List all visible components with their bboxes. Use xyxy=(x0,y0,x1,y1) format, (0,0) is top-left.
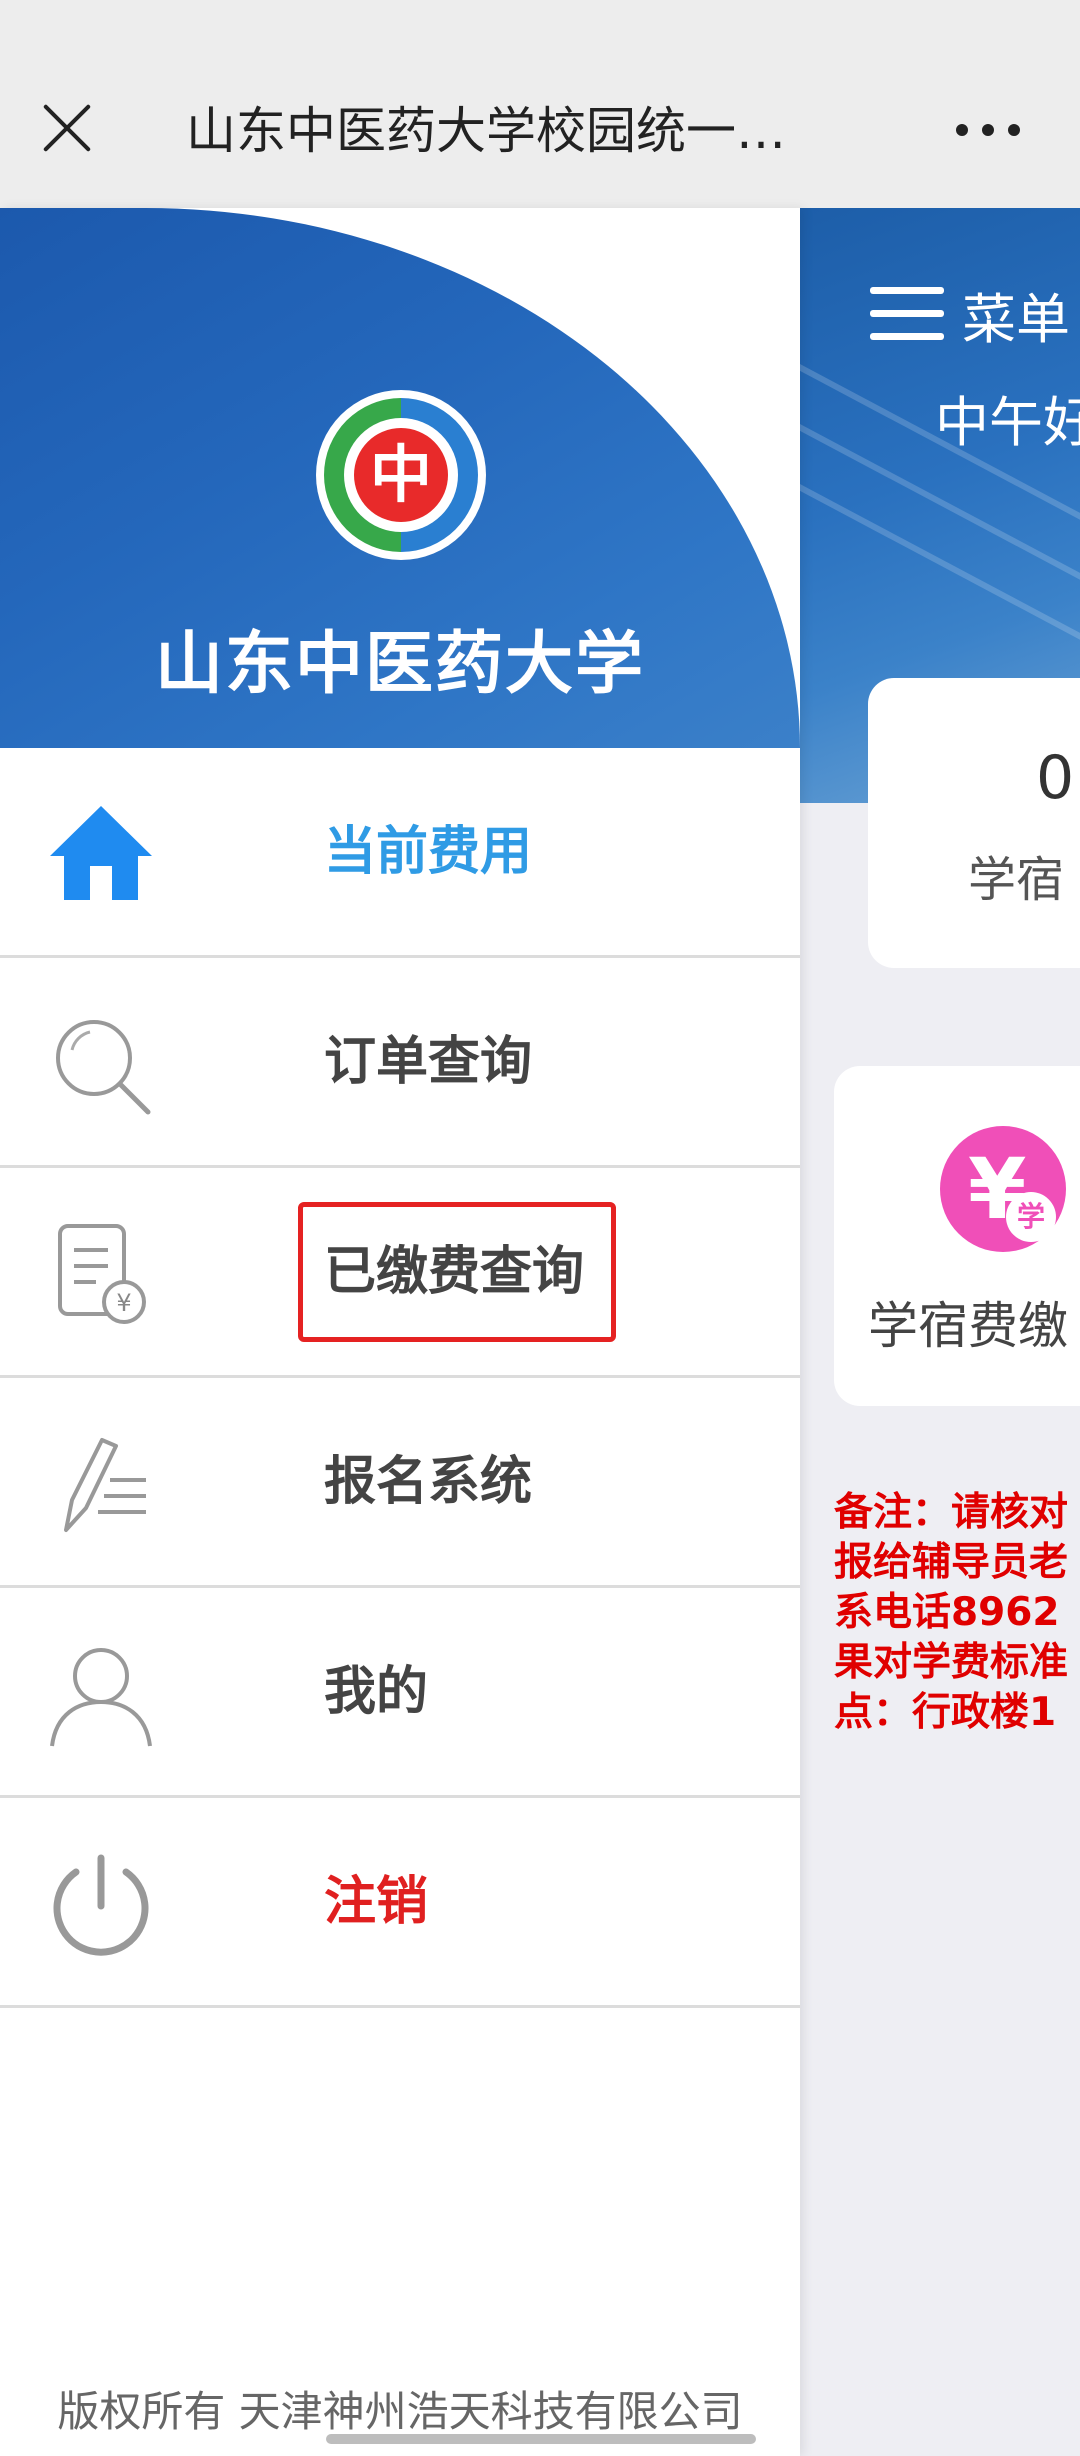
yuan-icon: ¥ 学 xyxy=(940,1126,1066,1252)
power-icon xyxy=(53,1854,149,1956)
payment-card[interactable]: ¥ 学 学宿费缴 xyxy=(834,1066,1080,1406)
menu-item-label: 报名系统 xyxy=(324,1452,533,1512)
copyright-footer: 版权所有 天津神州浩天科技有限公司 xyxy=(57,2387,743,2436)
menu-label: 菜单 xyxy=(962,287,1070,351)
summary-value: 0 xyxy=(1036,743,1075,813)
menu-item-label: 当前费用 xyxy=(324,822,533,882)
greeting-text: 中午好 xyxy=(935,391,1080,454)
side-drawer: 中 山东中医药大学 当前费用 订单查询 ¥ 已缴费查询 报名系统 我的 注销 版… xyxy=(0,208,800,2456)
menu-list: 当前费用 订单查询 ¥ 已缴费查询 报名系统 我的 注销 xyxy=(0,748,800,2008)
highlight-annotation-box xyxy=(298,1202,616,1342)
study-badge: 学 xyxy=(1006,1192,1056,1242)
page-title: 山东中医药大学校园统一… xyxy=(186,102,786,160)
payment-card-label: 学宿费缴 xyxy=(868,1297,1068,1355)
background-page: 菜单 中午好 0 学宿 ¥ 学 学宿费缴 备注：请核对 报给辅导员老 系电话89… xyxy=(800,208,1080,2456)
receipt-icon: ¥ xyxy=(58,1224,146,1324)
menu-item-logout[interactable]: 注销 xyxy=(0,1798,800,2008)
menu-item-label: 注销 xyxy=(324,1872,429,1932)
more-options-icon[interactable] xyxy=(956,120,1020,140)
school-name: 山东中医药大学 xyxy=(154,625,645,704)
menu-item-order-query[interactable]: 订单查询 xyxy=(0,958,800,1168)
search-icon xyxy=(56,1020,151,1115)
pen-icon xyxy=(64,1438,146,1532)
home-icon xyxy=(50,806,152,900)
menu-item-current-fees[interactable]: 当前费用 xyxy=(0,748,800,958)
drawer-header: 中 山东中医药大学 xyxy=(0,208,800,748)
hamburger-icon xyxy=(870,287,944,341)
menu-item-label: 我的 xyxy=(324,1662,429,1722)
summary-card[interactable]: 0 学宿 xyxy=(868,678,1080,968)
title-bar: 山东中医药大学校园统一… xyxy=(0,0,1080,208)
university-logo: 中 xyxy=(316,390,486,560)
user-icon xyxy=(50,1648,152,1747)
menu-item-paid-query[interactable]: ¥ 已缴费查询 xyxy=(0,1168,800,1378)
home-indicator[interactable] xyxy=(326,2434,756,2444)
menu-item-mine[interactable]: 我的 xyxy=(0,1588,800,1798)
svg-text:¥: ¥ xyxy=(116,1289,131,1317)
remark-text: 备注：请核对 报给辅导员老 系电话8962 果对学费标准 点：行政楼1 xyxy=(834,1490,1069,1735)
close-icon[interactable] xyxy=(36,98,98,160)
menu-item-registration[interactable]: 报名系统 xyxy=(0,1378,800,1588)
menu-button[interactable]: 菜单 xyxy=(870,284,1070,351)
summary-label: 学宿 xyxy=(968,852,1065,908)
menu-item-label: 订单查询 xyxy=(324,1032,533,1092)
